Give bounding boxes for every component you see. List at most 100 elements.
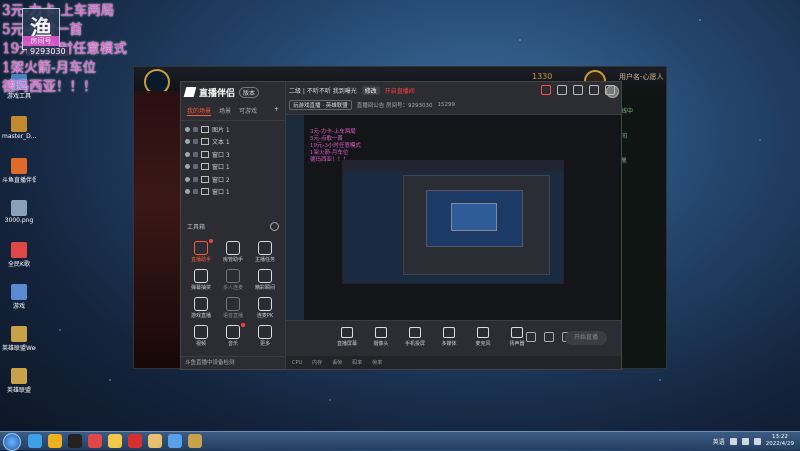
tool-button[interactable]: 连麦PK	[249, 295, 281, 319]
tool-icon	[194, 241, 208, 255]
stream-companion-window[interactable]: 直播伴侣 版本 我的场景 场景 可游戏 + 图片 1 文本 1 窗口 3 窗口 …	[180, 81, 622, 370]
window-controls	[541, 85, 615, 95]
message-icon[interactable]	[557, 85, 567, 95]
tab-my-scenes[interactable]: 我的场景	[187, 106, 212, 116]
desktop-icon[interactable]: 斗鱼直播伴侣	[2, 158, 36, 198]
tool-label: 音乐	[227, 341, 238, 347]
tool-button[interactable]: 多人连麦	[217, 267, 249, 291]
lock-icon[interactable]	[193, 151, 198, 157]
eye-icon[interactable]	[185, 164, 190, 170]
control-button[interactable]: 直播屏幕	[336, 327, 358, 347]
control-button[interactable]: 摄像头	[370, 327, 392, 347]
status-item: CPU	[292, 359, 303, 366]
device-check-link[interactable]: 斗鱼直播中设备检测	[181, 356, 289, 369]
tool-label: 房管助手	[222, 257, 243, 263]
desktop-icon[interactable]: master_D...	[2, 116, 36, 156]
logo-sub: 房间号	[23, 36, 59, 46]
source-item[interactable]: 窗口 3	[185, 148, 281, 161]
tool-button[interactable]: 直播助手	[185, 239, 217, 263]
desktop-icon-label: 游戏	[12, 303, 25, 310]
app-icon	[11, 116, 27, 132]
browser-icon[interactable]	[48, 434, 62, 448]
settings-icon[interactable]	[270, 222, 279, 231]
tool-button[interactable]: 弹幕抽奖	[185, 267, 217, 291]
tool-button[interactable]: 主播任务	[249, 239, 281, 263]
stream-title-row: 二级 | 不听不听 我到曝光 修改 开启直播间	[289, 86, 415, 95]
record-icon[interactable]	[526, 332, 536, 342]
lock-icon[interactable]	[193, 164, 198, 170]
close-icon[interactable]	[605, 85, 615, 95]
overlay-line: 3元-力卡-上车两局	[2, 2, 127, 21]
glasses-icon[interactable]	[108, 434, 122, 448]
tool-button[interactable]: 语音直播	[217, 295, 249, 319]
eye-icon[interactable]	[185, 139, 190, 145]
desktop-icon[interactable]: 全民K歌	[2, 242, 36, 282]
lock-icon[interactable]	[193, 176, 198, 182]
minimize-icon[interactable]	[589, 85, 599, 95]
flag-icon[interactable]	[753, 437, 761, 445]
version-badge[interactable]: 版本	[239, 86, 260, 98]
preview-overlay-text: 3元-力卡-上车两局 5元-点歌一首 19元-3小时任意模式 1架火箭-月车位 …	[310, 129, 361, 164]
menu-icon[interactable]	[573, 85, 583, 95]
tool-icon	[194, 269, 208, 283]
stream-brand: 直播伴侣 版本	[181, 82, 285, 102]
desktop-icon[interactable]: 英雄联盟WeGame版	[2, 326, 36, 366]
tool-button[interactable]: 音乐	[217, 323, 249, 347]
tab-games[interactable]: 可游戏	[239, 106, 257, 116]
open-room-link[interactable]: 开启直播间	[385, 86, 415, 95]
tool-button[interactable]: 精彩瞬间	[249, 267, 281, 291]
desktop-icon[interactable]: 游戏	[2, 284, 36, 324]
tool-button[interactable]: 视频	[185, 323, 217, 347]
source-item[interactable]: 窗口 2	[185, 173, 281, 186]
add-scene-button[interactable]: +	[274, 106, 279, 116]
tool-label: 精彩瞬间	[254, 285, 275, 291]
lock-icon[interactable]	[193, 126, 198, 132]
control-button[interactable]: 多媒体	[438, 327, 460, 347]
eye-icon[interactable]	[544, 332, 554, 342]
source-item[interactable]: 图片 1	[185, 123, 281, 136]
volume-icon[interactable]	[741, 437, 749, 445]
tab-scenes[interactable]: 场景	[219, 106, 231, 116]
ie-icon[interactable]	[28, 434, 42, 448]
preview-line: 5元-点歌一首	[310, 136, 343, 142]
tool-button[interactable]: 房管助手	[217, 239, 249, 263]
lock-icon[interactable]	[193, 139, 198, 145]
eye-icon[interactable]	[185, 126, 190, 132]
source-icon	[201, 163, 209, 171]
start-button[interactable]	[3, 433, 21, 451]
lock-icon[interactable]	[193, 189, 198, 195]
g-icon[interactable]	[68, 434, 82, 448]
tool-label: 连麦PK	[256, 313, 274, 319]
windows-icon[interactable]	[168, 434, 182, 448]
start-stream-button[interactable]: 开始直播	[565, 331, 607, 345]
tool-button[interactable]: 更多	[249, 323, 281, 347]
qq-icon[interactable]	[88, 434, 102, 448]
control-button[interactable]: 麦克风	[472, 327, 494, 347]
source-item[interactable]: 文本 1	[185, 136, 281, 149]
tool-icon	[194, 297, 208, 311]
tool-button[interactable]: 游戏直播	[185, 295, 217, 319]
desktop-icon[interactable]: 3000.png	[2, 200, 36, 240]
fans-count: 15299	[437, 102, 456, 108]
network-icon[interactable]	[729, 437, 737, 445]
eye-icon[interactable]	[185, 189, 190, 195]
eye-icon[interactable]	[185, 151, 190, 157]
coin-count: 1330	[532, 72, 553, 81]
category-selector[interactable]: 玩游戏直播 · 英雄联盟	[289, 100, 352, 110]
lol-icon[interactable]	[188, 434, 202, 448]
gift-icon[interactable]	[541, 85, 551, 95]
folder-icon[interactable]	[148, 434, 162, 448]
ime-indicator[interactable]: 英语	[713, 437, 725, 446]
room-info: 直播间公告 房间号：9293030	[356, 103, 433, 109]
control-button[interactable]: 手机投屏	[404, 327, 426, 347]
source-item[interactable]: 窗口 1	[185, 186, 281, 199]
clock[interactable]: 13:22 2022/4/29	[766, 434, 794, 448]
netease-icon[interactable]	[128, 434, 142, 448]
source-item[interactable]: 窗口 1	[185, 161, 281, 174]
desktop-icon[interactable]: 英雄联盟	[2, 368, 36, 408]
edit-button[interactable]: 修改	[361, 86, 380, 95]
control-button[interactable]: 扬声器	[506, 327, 528, 347]
monitor-icon	[341, 327, 353, 338]
stream-preview[interactable]: 3元-力卡-上车两局 5元-点歌一首 19元-3小时任意模式 1架火箭-月车位 …	[286, 115, 621, 320]
eye-icon[interactable]	[185, 176, 190, 182]
